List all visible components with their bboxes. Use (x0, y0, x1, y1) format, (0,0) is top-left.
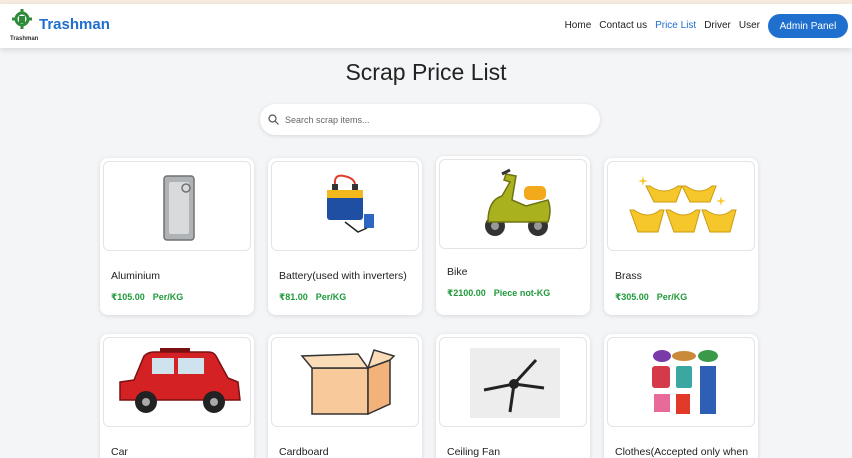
logo-subtext: Trashman (10, 36, 39, 42)
item-card-bike[interactable]: Bike ₹2100.00 Piece not-KG (436, 156, 590, 315)
nav-driver[interactable]: Driver (704, 20, 731, 31)
ceiling-fan-icon (470, 348, 560, 418)
item-card-clothes[interactable]: Clothes(Accepted only when (604, 334, 758, 458)
item-name: Brass (615, 270, 642, 282)
brass-icon (629, 176, 737, 233)
item-name: Ceiling Fan (447, 446, 501, 458)
navbar: Trashman Trashman Home Contact us Price … (0, 4, 852, 48)
item-image (103, 161, 251, 251)
item-name: Car (111, 446, 128, 458)
clothes-icon (652, 350, 718, 414)
item-image (607, 337, 755, 427)
item-image (439, 159, 587, 249)
item-card-cardboard[interactable]: Cardboard (268, 334, 422, 458)
nav-links: Home Contact us Price List Driver User (565, 20, 760, 31)
nav-home[interactable]: Home (565, 20, 592, 31)
item-image (271, 337, 419, 427)
aluminium-icon (163, 175, 195, 241)
nav-contact-us[interactable]: Contact us (599, 20, 647, 31)
item-card-aluminium[interactable]: Aluminium ₹105.00 Per/KG (100, 158, 254, 315)
item-name: Bike (447, 266, 468, 278)
page-title: Scrap Price List (345, 59, 507, 85)
battery-icon (327, 174, 374, 233)
item-name: Battery(used with inverters) (279, 270, 407, 282)
item-name: Aluminium (111, 270, 161, 282)
item-image (607, 161, 755, 251)
item-image (271, 161, 419, 251)
item-card-brass[interactable]: Brass ₹305.00 Per/KG (604, 158, 758, 315)
trashman-logo[interactable]: Trashman (10, 9, 38, 45)
brand-name[interactable]: Trashman (39, 16, 110, 33)
item-card-battery[interactable]: Battery(used with inverters) ₹81.00 Per/K… (268, 158, 422, 315)
gear-icon (12, 9, 32, 29)
car-icon (119, 348, 241, 413)
item-name: Cardboard (279, 446, 329, 458)
nav-price-list[interactable]: Price List (655, 20, 696, 31)
search-bar[interactable] (260, 104, 600, 135)
cardboard-icon (300, 349, 396, 416)
item-name: Clothes(Accepted only when (615, 446, 749, 458)
search-input[interactable] (285, 114, 585, 125)
admin-panel-button[interactable]: Admin Panel (768, 14, 848, 38)
bike-icon (485, 168, 551, 236)
item-card-ceiling-fan[interactable]: Ceiling Fan (436, 334, 590, 458)
item-image (439, 337, 587, 427)
item-price: ₹2100.00 Piece not-KG (447, 288, 551, 298)
item-price: ₹81.00 Per/KG (279, 292, 347, 302)
item-price: ₹305.00 Per/KG (615, 292, 688, 302)
item-price: ₹105.00 Per/KG (111, 292, 184, 302)
item-card-car[interactable]: Car (100, 334, 254, 458)
search-icon (268, 114, 279, 125)
item-image (103, 337, 251, 427)
nav-user[interactable]: User (739, 20, 760, 31)
